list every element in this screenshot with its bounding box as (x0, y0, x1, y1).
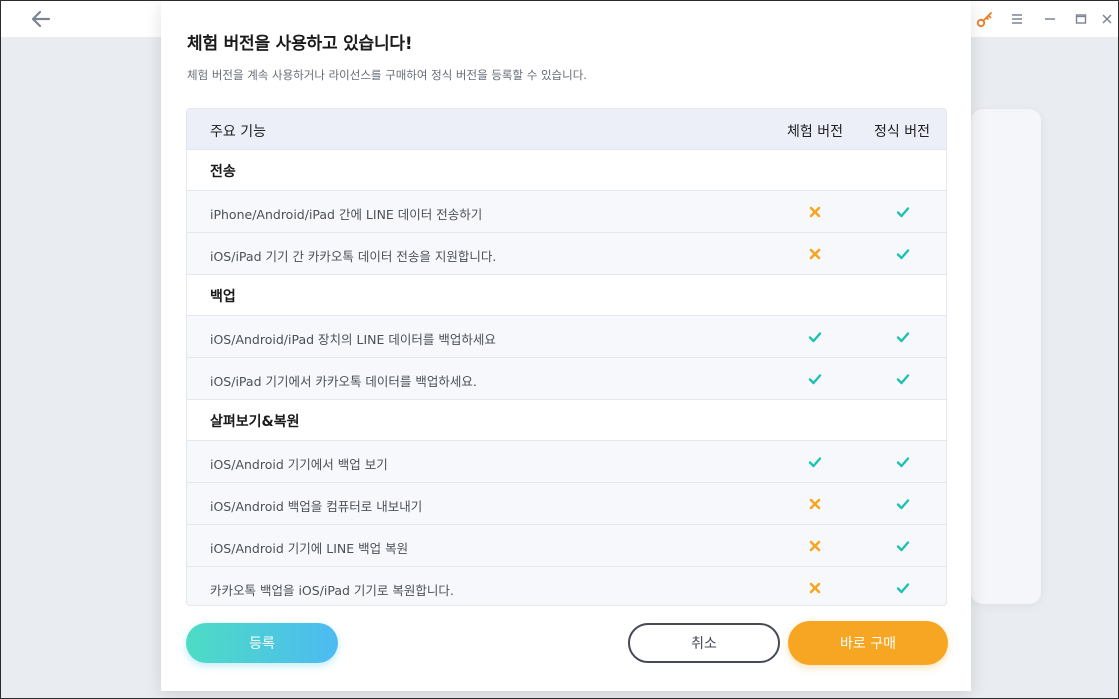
trial-dialog: 체험 버전을 사용하고 있습니다! 체험 버전을 계속 사용하거나 라이선스를 … (161, 1, 971, 691)
feature-label: iOS/Android 기기에 LINE 백업 복원 (210, 541, 409, 556)
section-title: 백업 (210, 289, 236, 305)
app-window: 체험 버전을 사용하고 있습니다! 체험 버전을 계속 사용하거나 라이선스를 … (0, 0, 1119, 699)
feature-row: iOS/iPad 기기에서 카카오톡 데이터를 백업하세요. (187, 358, 946, 400)
maximize-icon (1075, 14, 1087, 24)
register-button[interactable]: 등록 (186, 623, 338, 663)
header-trial: 체험 버전 (787, 124, 843, 140)
close-icon (1102, 14, 1112, 24)
cross-icon (808, 246, 822, 260)
check-icon (896, 496, 910, 510)
close-button[interactable] (1098, 10, 1116, 28)
feature-row: iOS/Android/iPad 장치의 LINE 데이터를 백업하세요 (187, 316, 946, 358)
check-icon (808, 454, 822, 468)
check-icon (896, 329, 910, 343)
section-row: 백업 (187, 275, 946, 316)
section-title: 전송 (210, 164, 236, 180)
dialog-subtitle: 체험 버전을 계속 사용하거나 라이선스를 구매하여 정식 버전을 등록할 수 … (187, 68, 587, 82)
check-icon (896, 204, 910, 218)
feature-label: iOS/Android/iPad 장치의 LINE 데이터를 백업하세요 (210, 332, 496, 347)
license-key-button[interactable] (976, 10, 994, 28)
table-header: 주요 기능 체험 버전 정식 버전 (187, 109, 946, 150)
dialog-title: 체험 버전을 사용하고 있습니다! (187, 34, 413, 54)
check-icon (896, 371, 910, 385)
check-icon (808, 329, 822, 343)
maximize-button[interactable] (1072, 10, 1090, 28)
feature-label: 카카오톡 백업을 iOS/iPad 기기로 복원합니다. (210, 583, 454, 598)
feature-comparison-table: 주요 기능 체험 버전 정식 버전 전송 iPhone/Android/iPad … (186, 108, 947, 606)
minimize-button[interactable] (1041, 10, 1059, 28)
back-button[interactable] (29, 7, 53, 31)
feature-row: 카카오톡 백업을 iOS/iPad 기기로 복원합니다. (187, 567, 946, 605)
background-card (971, 109, 1041, 604)
key-icon (976, 12, 992, 28)
arrow-left-icon (31, 10, 51, 28)
section-row: 전송 (187, 150, 946, 191)
menu-button[interactable] (1008, 10, 1026, 28)
cross-icon (808, 496, 822, 510)
section-title: 살펴보기&복원 (210, 414, 300, 430)
section-row: 살펴보기&복원 (187, 400, 946, 441)
feature-row: iOS/iPad 기기 간 카카오톡 데이터 전송을 지원합니다. (187, 233, 946, 275)
header-full: 정식 버전 (874, 124, 930, 140)
check-icon (896, 246, 910, 260)
feature-label: iOS/iPad 기기에서 카카오톡 데이터를 백업하세요. (210, 374, 477, 389)
hamburger-menu-icon (1012, 14, 1022, 24)
feature-row: iOS/Android 기기에서 백업 보기 (187, 441, 946, 483)
minimize-icon (1045, 18, 1055, 20)
check-icon (896, 538, 910, 552)
feature-row: iOS/Android 기기에 LINE 백업 복원 (187, 525, 946, 567)
cross-icon (808, 538, 822, 552)
header-feature: 주요 기능 (210, 124, 266, 140)
cross-icon (808, 580, 822, 594)
check-icon (896, 580, 910, 594)
table-body: 전송 iPhone/Android/iPad 간에 LINE 데이터 전송하기 iO… (187, 150, 946, 605)
buy-now-button[interactable]: 바로 구매 (788, 621, 948, 665)
cross-icon (808, 204, 822, 218)
cancel-button[interactable]: 취소 (628, 623, 780, 663)
feature-row: iOS/Android 백업을 컴퓨터로 내보내기 (187, 483, 946, 525)
feature-row: iPhone/Android/iPad 간에 LINE 데이터 전송하기 (187, 191, 946, 233)
check-icon (808, 371, 822, 385)
feature-label: iPhone/Android/iPad 간에 LINE 데이터 전송하기 (210, 207, 483, 222)
feature-label: iOS/Android 기기에서 백업 보기 (210, 457, 388, 472)
check-icon (896, 454, 910, 468)
feature-label: iOS/Android 백업을 컴퓨터로 내보내기 (210, 499, 423, 514)
feature-label: iOS/iPad 기기 간 카카오톡 데이터 전송을 지원합니다. (210, 249, 497, 264)
